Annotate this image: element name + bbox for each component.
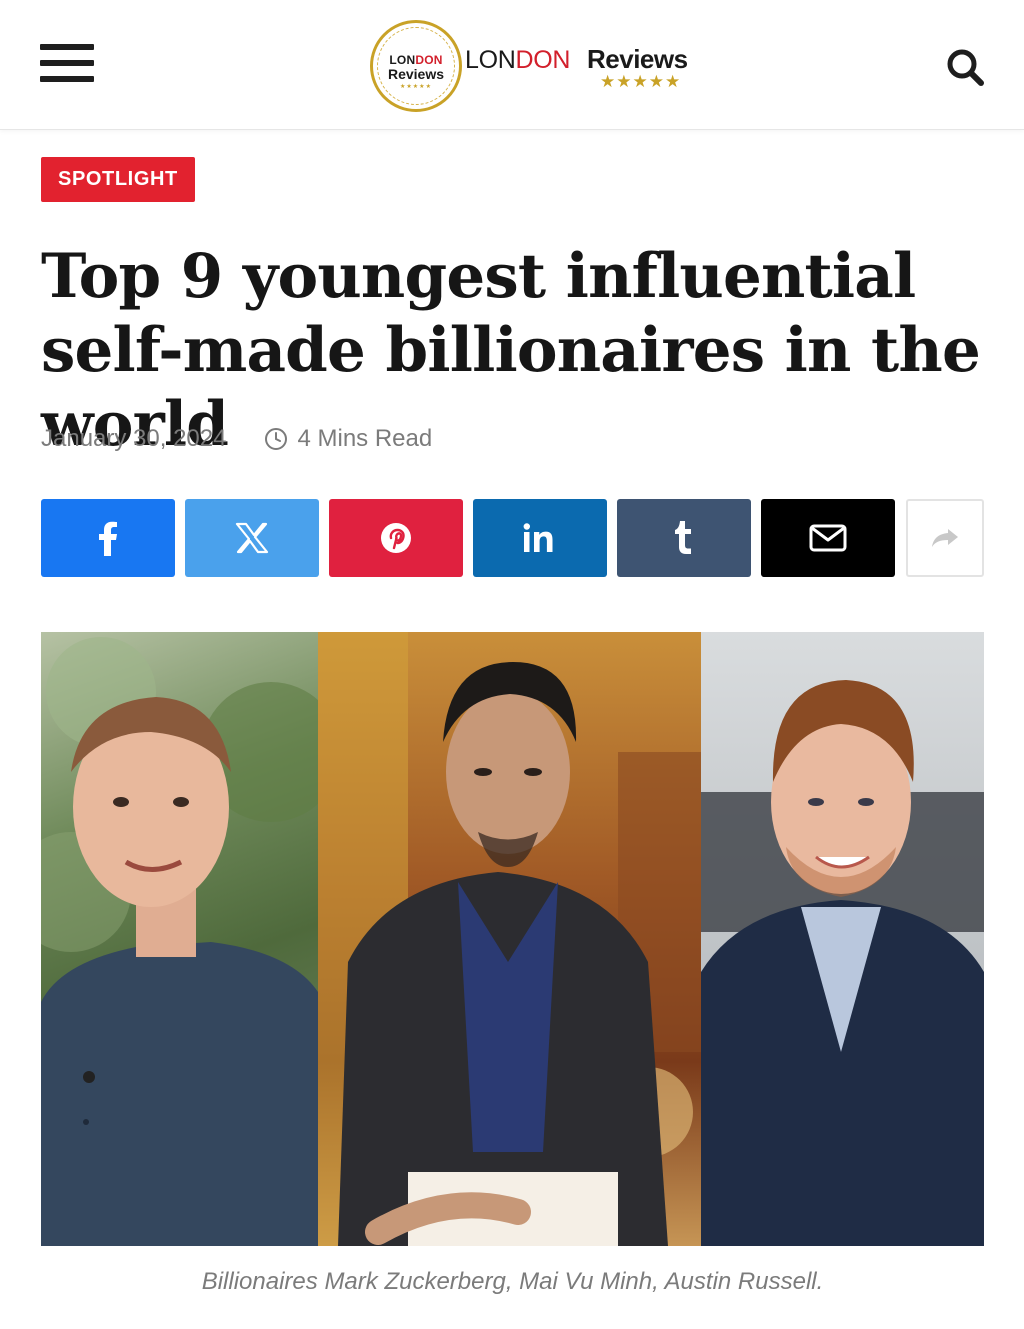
pinterest-icon bbox=[381, 523, 411, 553]
logo-stars: ★★★★★ bbox=[600, 72, 682, 91]
share-more-button[interactable] bbox=[906, 499, 984, 577]
x-icon bbox=[235, 522, 269, 554]
category-badge[interactable]: SPOTLIGHT bbox=[41, 157, 195, 202]
read-time: 4 Mins Read bbox=[297, 425, 433, 452]
facebook-icon bbox=[99, 521, 117, 556]
article-meta: January 30, 2024 4 Mins Read bbox=[41, 422, 432, 456]
search-icon[interactable] bbox=[944, 46, 986, 88]
photo-mark-zuckerberg bbox=[41, 632, 318, 1246]
tumblr-icon bbox=[675, 521, 691, 554]
publish-date: January 30, 2024 bbox=[41, 425, 227, 452]
image-caption: Billionaires Mark Zuckerberg, Mai Vu Min… bbox=[201, 1268, 824, 1295]
share-arrow-icon bbox=[932, 529, 958, 547]
logo-word-reviews: Reviews bbox=[587, 44, 688, 74]
linkedin-icon bbox=[523, 523, 553, 552]
mail-icon bbox=[809, 524, 847, 552]
logo-word-london: LONDON bbox=[465, 46, 571, 74]
share-facebook-button[interactable] bbox=[41, 499, 175, 577]
share-tumblr-button[interactable] bbox=[617, 499, 751, 577]
logo-badge: LONDON Reviews ★★★★★ bbox=[370, 20, 462, 112]
share-email-button[interactable] bbox=[761, 499, 895, 577]
site-logo[interactable]: LONDON Reviews ★★★★★ LONDON Reviews ★★★★… bbox=[370, 20, 700, 112]
site-header: LONDON Reviews ★★★★★ LONDON Reviews ★★★★… bbox=[0, 0, 1024, 130]
clock-icon bbox=[265, 428, 288, 450]
featured-image bbox=[41, 632, 984, 1246]
share-linkedin-button[interactable] bbox=[473, 499, 607, 577]
photo-austin-russell bbox=[701, 632, 984, 1246]
hamburger-menu-icon[interactable] bbox=[40, 44, 94, 84]
share-pinterest-button[interactable] bbox=[329, 499, 463, 577]
share-bar bbox=[41, 499, 984, 577]
share-x-button[interactable] bbox=[185, 499, 319, 577]
photo-mai-vu-minh bbox=[318, 632, 701, 1246]
